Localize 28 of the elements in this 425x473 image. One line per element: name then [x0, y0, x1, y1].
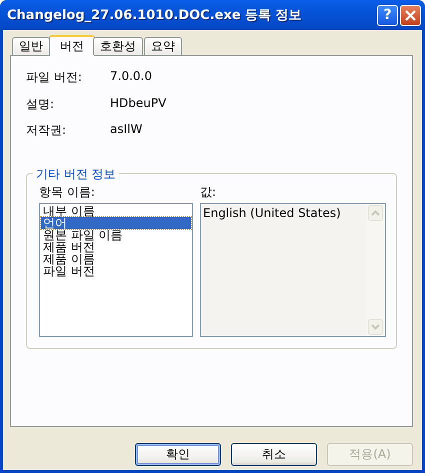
- property-label: 파일 버전:: [25, 69, 83, 86]
- property-value: asIlW: [110, 122, 142, 138]
- property-label: 설명:: [25, 96, 56, 112]
- help-button[interactable]: ?: [377, 4, 398, 26]
- property-value: 7.0.0.0: [110, 69, 152, 85]
- list-item[interactable]: 제품 버전: [41, 240, 191, 252]
- dialog-button[interactable]: 취소: [231, 443, 317, 466]
- list-item[interactable]: 언어: [41, 216, 191, 228]
- list-item[interactable]: 원본 파일 이름: [41, 228, 191, 240]
- window-title: Changelog_27.06.1010.DOC.exe 등록 정보: [7, 7, 303, 24]
- item-name-list[interactable]: 내부 이름 언어 원본 파일 이름 제품 버전 제품 이름 파일 버전: [39, 202, 193, 336]
- list-item[interactable]: 제품 이름: [41, 252, 191, 264]
- value-text: English (United States): [202, 204, 342, 222]
- property-value: HDbeuPV: [110, 96, 166, 112]
- scroll-down-icon[interactable]: [368, 318, 383, 334]
- tab[interactable]: 일반: [12, 37, 50, 55]
- list-item[interactable]: 파일 버전: [41, 264, 191, 276]
- column-label: 값:: [200, 184, 218, 198]
- property-label: 저작권:: [25, 122, 68, 139]
- list-item[interactable]: 내부 이름: [41, 204, 191, 216]
- close-icon: [405, 10, 416, 20]
- close-button[interactable]: [400, 4, 421, 26]
- dialog-button[interactable]: 확인: [135, 443, 221, 466]
- tab[interactable]: 버전: [49, 35, 95, 56]
- tab[interactable]: 호환성: [93, 37, 143, 55]
- tab[interactable]: 요약: [144, 37, 182, 55]
- scroll-up-icon[interactable]: [368, 204, 383, 220]
- column-label: 항목 이름:: [39, 184, 96, 198]
